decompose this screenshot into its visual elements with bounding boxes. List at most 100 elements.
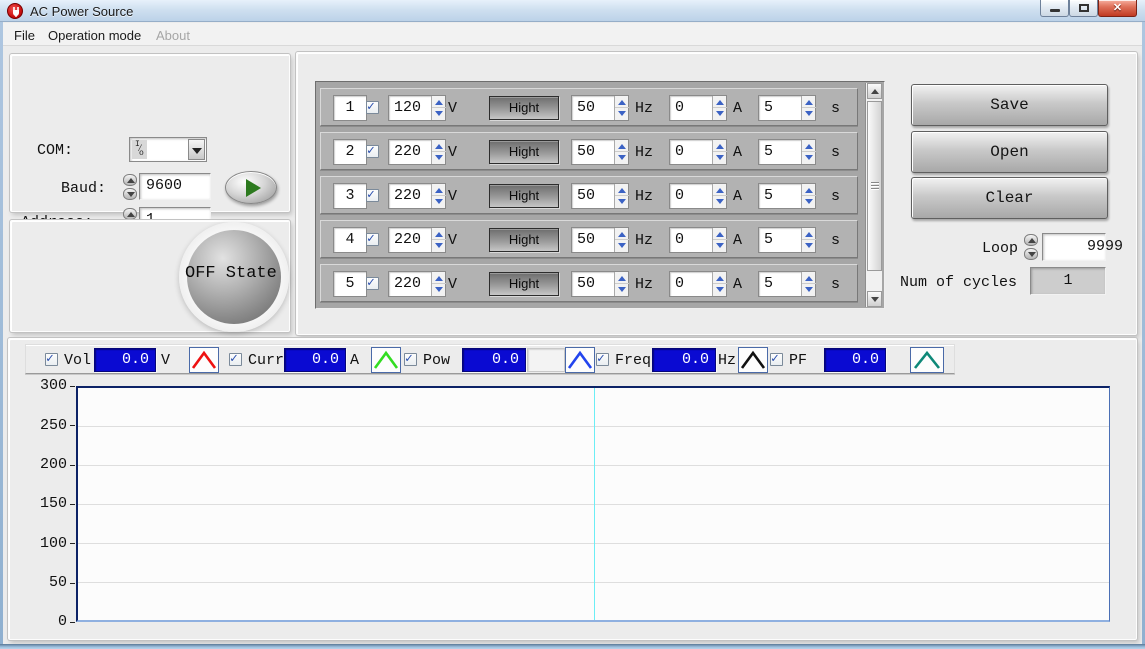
range-button[interactable]: Hight bbox=[489, 184, 559, 208]
frequency-spinner[interactable]: 50 bbox=[571, 183, 629, 209]
spin-up-icon[interactable] bbox=[802, 140, 816, 152]
row-enable-checkbox[interactable] bbox=[366, 277, 379, 290]
spin-down-icon[interactable] bbox=[713, 152, 727, 164]
scroll-up-icon[interactable] bbox=[867, 83, 882, 99]
spin-down-icon[interactable] bbox=[713, 196, 727, 208]
spin-up-icon[interactable] bbox=[432, 184, 446, 196]
pf-checkbox[interactable] bbox=[770, 353, 783, 366]
spin-up-icon[interactable] bbox=[802, 272, 816, 284]
spin-up-icon[interactable] bbox=[615, 228, 629, 240]
voltage-spinner[interactable]: 220 bbox=[388, 139, 446, 165]
decrement-icon[interactable] bbox=[1024, 248, 1038, 260]
duration-spinner[interactable]: 5 bbox=[758, 183, 816, 209]
decrement-icon[interactable] bbox=[123, 188, 137, 200]
spin-up-icon[interactable] bbox=[432, 96, 446, 108]
open-button[interactable]: Open bbox=[911, 131, 1108, 173]
maximize-button[interactable] bbox=[1069, 0, 1098, 17]
frequency-spinner[interactable]: 50 bbox=[571, 227, 629, 253]
range-button[interactable]: Hight bbox=[489, 272, 559, 296]
spin-down-icon[interactable] bbox=[432, 108, 446, 120]
frequency-spinner[interactable]: 50 bbox=[571, 271, 629, 297]
row-enable-checkbox[interactable] bbox=[366, 233, 379, 246]
spin-down-icon[interactable] bbox=[713, 240, 727, 252]
increment-icon[interactable] bbox=[123, 174, 137, 186]
spin-up-icon[interactable] bbox=[615, 272, 629, 284]
spin-down-icon[interactable] bbox=[615, 284, 629, 296]
list-scrollbar[interactable] bbox=[865, 83, 882, 307]
voltage-spinner[interactable]: 220 bbox=[388, 271, 446, 297]
freq-checkbox[interactable] bbox=[596, 353, 609, 366]
loop-field[interactable]: 9999 bbox=[1042, 233, 1106, 261]
spin-down-icon[interactable] bbox=[615, 240, 629, 252]
vol-checkbox[interactable] bbox=[45, 353, 58, 366]
spin-down-icon[interactable] bbox=[615, 152, 629, 164]
spin-down-icon[interactable] bbox=[802, 240, 816, 252]
spin-up-icon[interactable] bbox=[713, 96, 727, 108]
current-spinner[interactable]: 0 bbox=[669, 183, 727, 209]
connect-run-button[interactable] bbox=[225, 171, 277, 204]
spin-down-icon[interactable] bbox=[615, 196, 629, 208]
scrollbar-thumb[interactable] bbox=[867, 101, 882, 271]
row-index-field[interactable]: 5 bbox=[333, 271, 367, 297]
row-enable-checkbox[interactable] bbox=[366, 101, 379, 114]
increment-icon[interactable] bbox=[123, 208, 137, 220]
pow-checkbox[interactable] bbox=[404, 353, 417, 366]
spin-up-icon[interactable] bbox=[713, 140, 727, 152]
title-bar[interactable]: AC Power Source ✕ bbox=[0, 0, 1145, 22]
spin-up-icon[interactable] bbox=[615, 184, 629, 196]
spin-down-icon[interactable] bbox=[432, 196, 446, 208]
increment-icon[interactable] bbox=[1024, 234, 1038, 246]
spin-down-icon[interactable] bbox=[802, 196, 816, 208]
menu-operation-mode[interactable]: Operation mode bbox=[42, 26, 147, 45]
row-index-field[interactable]: 2 bbox=[333, 139, 367, 165]
duration-spinner[interactable]: 5 bbox=[758, 139, 816, 165]
spin-up-icon[interactable] bbox=[615, 140, 629, 152]
spin-up-icon[interactable] bbox=[615, 96, 629, 108]
spin-up-icon[interactable] bbox=[432, 228, 446, 240]
duration-spinner[interactable]: 5 bbox=[758, 271, 816, 297]
spin-down-icon[interactable] bbox=[713, 108, 727, 120]
voltage-spinner[interactable]: 220 bbox=[388, 183, 446, 209]
spin-up-icon[interactable] bbox=[713, 228, 727, 240]
spin-down-icon[interactable] bbox=[432, 240, 446, 252]
menu-file[interactable]: File bbox=[8, 26, 41, 45]
spin-down-icon[interactable] bbox=[432, 284, 446, 296]
spin-up-icon[interactable] bbox=[802, 96, 816, 108]
save-button[interactable]: Save bbox=[911, 84, 1108, 126]
voltage-spinner[interactable]: 120 bbox=[388, 95, 446, 121]
spin-up-icon[interactable] bbox=[432, 272, 446, 284]
minimize-button[interactable] bbox=[1040, 0, 1069, 17]
spin-down-icon[interactable] bbox=[802, 284, 816, 296]
spin-down-icon[interactable] bbox=[713, 284, 727, 296]
clear-button[interactable]: Clear bbox=[911, 177, 1108, 219]
baud-stepper[interactable] bbox=[123, 174, 137, 200]
duration-spinner[interactable]: 5 bbox=[758, 227, 816, 253]
dropdown-button[interactable] bbox=[188, 139, 205, 160]
row-index-field[interactable]: 4 bbox=[333, 227, 367, 253]
curr-checkbox[interactable] bbox=[229, 353, 242, 366]
spin-up-icon[interactable] bbox=[432, 140, 446, 152]
spin-up-icon[interactable] bbox=[713, 184, 727, 196]
spin-up-icon[interactable] bbox=[802, 228, 816, 240]
row-index-field[interactable]: 3 bbox=[333, 183, 367, 209]
range-button[interactable]: Hight bbox=[489, 140, 559, 164]
close-button[interactable]: ✕ bbox=[1098, 0, 1137, 17]
current-spinner[interactable]: 0 bbox=[669, 139, 727, 165]
current-spinner[interactable]: 0 bbox=[669, 227, 727, 253]
row-enable-checkbox[interactable] bbox=[366, 189, 379, 202]
spin-down-icon[interactable] bbox=[802, 152, 816, 164]
spin-down-icon[interactable] bbox=[615, 108, 629, 120]
current-spinner[interactable]: 0 bbox=[669, 95, 727, 121]
range-button[interactable]: Hight bbox=[489, 96, 559, 120]
row-index-field[interactable]: 1 bbox=[333, 95, 367, 121]
current-spinner[interactable]: 0 bbox=[669, 271, 727, 297]
spin-up-icon[interactable] bbox=[802, 184, 816, 196]
spin-down-icon[interactable] bbox=[432, 152, 446, 164]
voltage-spinner[interactable]: 220 bbox=[388, 227, 446, 253]
frequency-spinner[interactable]: 50 bbox=[571, 95, 629, 121]
scroll-down-icon[interactable] bbox=[867, 291, 882, 307]
baud-field[interactable]: 9600 bbox=[139, 173, 211, 200]
spin-down-icon[interactable] bbox=[802, 108, 816, 120]
row-enable-checkbox[interactable] bbox=[366, 145, 379, 158]
range-button[interactable]: Hight bbox=[489, 228, 559, 252]
